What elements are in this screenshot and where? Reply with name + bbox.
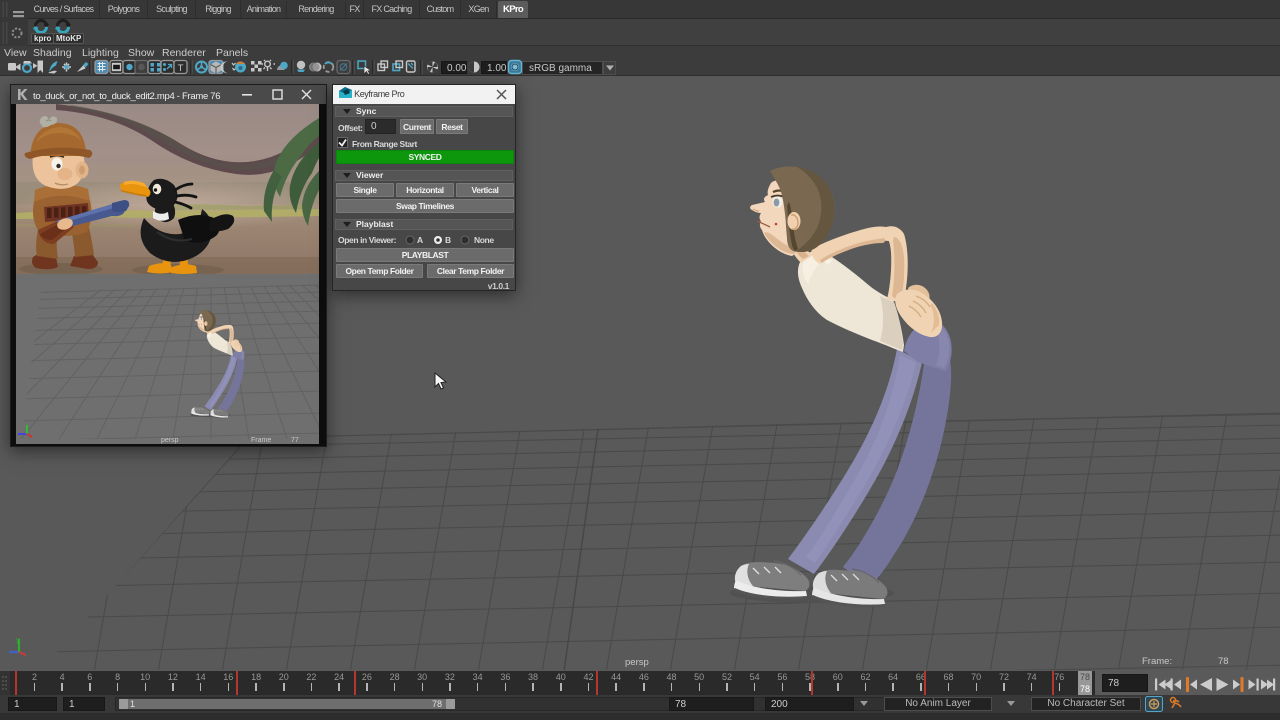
svg-text:Frame: Frame [251,437,271,444]
svg-text:persp: persp [161,437,179,444]
svg-text:T: T [178,63,184,74]
svg-text:77: 77 [291,437,299,444]
svg-text:y: y [16,637,20,644]
